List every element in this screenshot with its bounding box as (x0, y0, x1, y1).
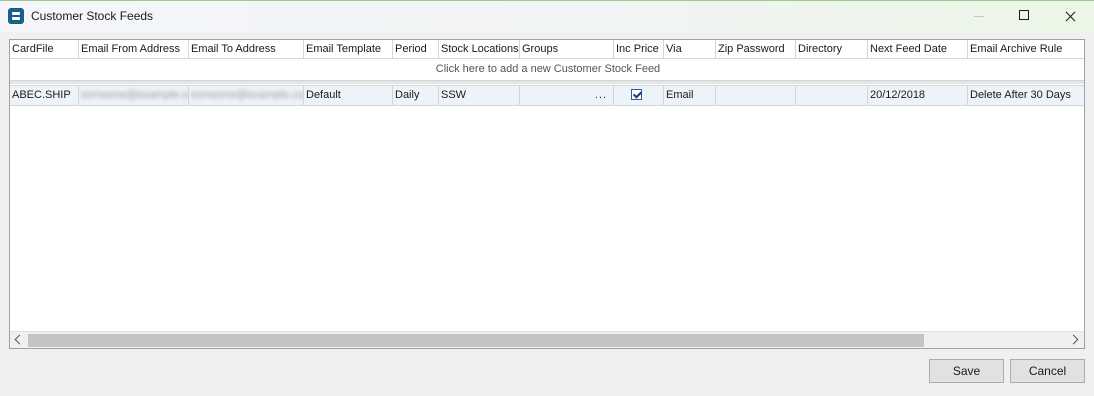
cell-email-archive-rule[interactable]: Delete After 30 Days (968, 86, 1084, 105)
app-icon (8, 8, 24, 24)
grid-header-row: CardFile Email From Address Email To Add… (10, 40, 1084, 59)
column-header-inc-price[interactable]: Inc Price (614, 40, 664, 58)
column-header-email-to[interactable]: Email To Address (189, 40, 304, 58)
minimize-icon[interactable] (956, 1, 1002, 32)
email-from-value: someone@example.com (81, 89, 188, 101)
cell-email-to[interactable]: someone@example.com (189, 86, 304, 105)
scroll-right-icon[interactable] (1068, 334, 1079, 345)
column-header-cardfile[interactable]: CardFile (10, 40, 79, 58)
column-header-via[interactable]: Via (664, 40, 716, 58)
cell-via[interactable]: Email (664, 86, 716, 105)
add-new-row[interactable]: Click here to add a new Customer Stock F… (10, 59, 1084, 81)
column-header-zip-password[interactable]: Zip Password (716, 40, 796, 58)
window-title: Customer Stock Feeds (31, 9, 154, 23)
close-icon[interactable] (1047, 1, 1093, 32)
cell-cardfile[interactable]: ABEC.SHIP (10, 86, 79, 105)
column-header-stock-locations[interactable]: Stock Locations (439, 40, 520, 58)
cell-email-template[interactable]: Default (304, 86, 393, 105)
cell-stock-locations[interactable]: SSW (439, 86, 520, 105)
cell-groups[interactable]: ... (520, 86, 614, 105)
column-header-email-from[interactable]: Email From Address (79, 40, 189, 58)
column-header-groups[interactable]: Groups (520, 40, 614, 58)
horizontal-scrollbar[interactable] (10, 331, 1084, 348)
column-header-directory[interactable]: Directory (796, 40, 868, 58)
scrollbar-thumb[interactable] (28, 334, 924, 347)
cell-next-feed-date[interactable]: 20/12/2018 (868, 86, 968, 105)
groups-ellipsis-button[interactable]: ... (595, 86, 607, 105)
customer-stock-feeds-grid[interactable]: CardFile Email From Address Email To Add… (9, 39, 1085, 349)
email-to-value: someone@example.com (191, 89, 304, 101)
maximize-icon[interactable] (1001, 1, 1047, 32)
column-header-email-archive-rule[interactable]: Email Archive Rule (968, 40, 1084, 58)
title-bar: Customer Stock Feeds (0, 0, 1094, 32)
scroll-left-icon[interactable] (14, 334, 25, 345)
cell-inc-price[interactable] (614, 86, 664, 105)
save-button[interactable]: Save (929, 359, 1004, 383)
column-header-email-template[interactable]: Email Template (304, 40, 393, 58)
cell-period[interactable]: Daily (393, 86, 439, 105)
table-row[interactable]: ABEC.SHIP someone@example.com someone@ex… (10, 85, 1084, 106)
column-header-period[interactable]: Period (393, 40, 439, 58)
cell-directory[interactable] (796, 86, 868, 105)
inc-price-checkbox[interactable] (631, 89, 642, 100)
cell-zip-password[interactable] (716, 86, 796, 105)
cancel-button[interactable]: Cancel (1010, 359, 1085, 383)
cell-email-from[interactable]: someone@example.com (79, 86, 189, 105)
row-separator (10, 81, 1084, 84)
column-header-next-feed-date[interactable]: Next Feed Date (868, 40, 968, 58)
